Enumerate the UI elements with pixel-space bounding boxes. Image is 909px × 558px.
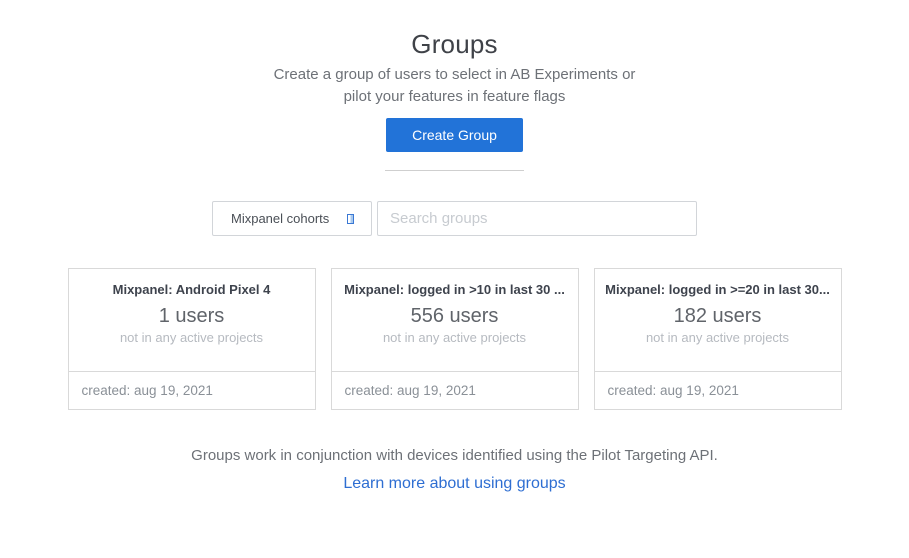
group-card-created: created: aug 19, 2021 [595, 371, 841, 409]
group-card-status: not in any active projects [605, 330, 831, 345]
group-card-title: Mixpanel: logged in >=20 in last 30... [605, 282, 831, 297]
group-card-body: Mixpanel: logged in >=20 in last 30... 1… [595, 269, 841, 371]
group-card-status: not in any active projects [342, 330, 568, 345]
group-card-user-count: 182 users [605, 305, 831, 328]
header-divider [385, 170, 524, 171]
create-group-button[interactable]: Create Group [386, 118, 523, 152]
group-card[interactable]: Mixpanel: Android Pixel 4 1 users not in… [68, 268, 316, 410]
filter-row: Mixpanel cohorts [0, 201, 909, 236]
group-cards-row: Mixpanel: Android Pixel 4 1 users not in… [0, 268, 909, 410]
group-card-body: Mixpanel: Android Pixel 4 1 users not in… [69, 269, 315, 371]
group-card-title: Mixpanel: Android Pixel 4 [79, 282, 305, 297]
group-card[interactable]: Mixpanel: logged in >=20 in last 30... 1… [594, 268, 842, 410]
group-card[interactable]: Mixpanel: logged in >10 in last 30 ... 5… [331, 268, 579, 410]
dropdown-indicator-icon [347, 214, 354, 224]
page-subtitle: Create a group of users to select in AB … [0, 64, 909, 108]
group-card-created: created: aug 19, 2021 [69, 371, 315, 409]
group-card-status: not in any active projects [79, 330, 305, 345]
page-subtitle-line-1: Create a group of users to select in AB … [0, 64, 909, 86]
cohort-source-dropdown[interactable]: Mixpanel cohorts [212, 201, 372, 236]
group-card-body: Mixpanel: logged in >10 in last 30 ... 5… [332, 269, 578, 371]
learn-more-link[interactable]: Learn more about using groups [0, 475, 909, 493]
page-title: Groups [0, 0, 909, 60]
group-card-user-count: 1 users [79, 305, 305, 328]
footer-note: Groups work in conjunction with devices … [0, 447, 909, 464]
page-subtitle-line-2: pilot your features in feature flags [0, 86, 909, 108]
groups-page: Groups Create a group of users to select… [0, 0, 909, 558]
cohort-source-value: Mixpanel cohorts [231, 211, 329, 226]
group-card-created: created: aug 19, 2021 [332, 371, 578, 409]
group-card-title: Mixpanel: logged in >10 in last 30 ... [342, 282, 568, 297]
group-card-user-count: 556 users [342, 305, 568, 328]
search-groups-input[interactable] [377, 201, 697, 236]
